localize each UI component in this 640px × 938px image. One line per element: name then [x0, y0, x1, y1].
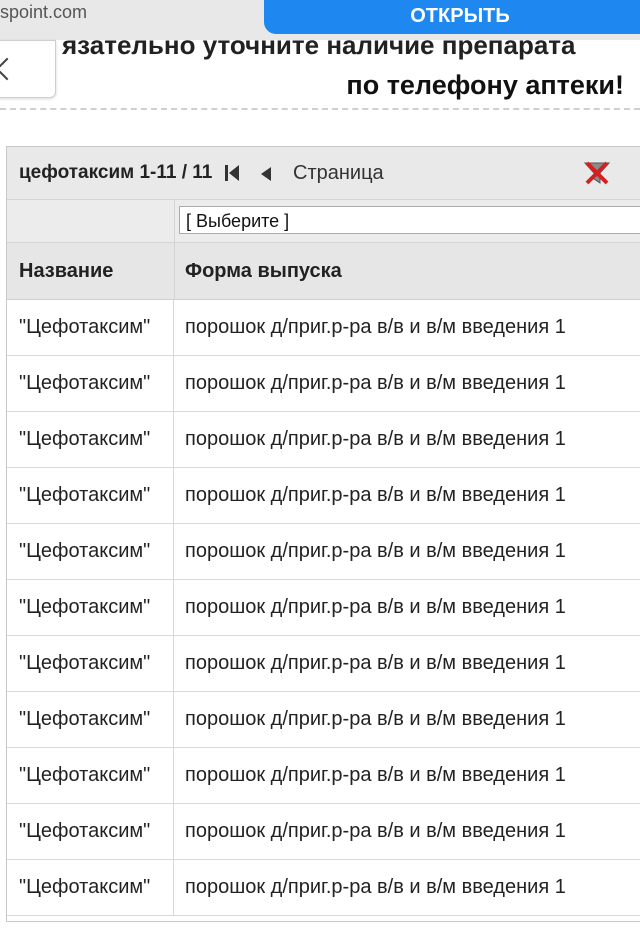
cell-form: порошок д/приг.р-ра в/в и в/м введения 1: [185, 820, 566, 842]
cell-name: "Цефотаксим": [7, 524, 174, 579]
table-row[interactable]: "Цефотаксим" порошок д/приг.р-ра в/в и в/…: [7, 468, 640, 524]
cell-form: порошок д/приг.р-ра в/в и в/м введения 1: [185, 708, 566, 730]
column-header-name[interactable]: Название: [7, 243, 175, 299]
page-label: Страница: [293, 162, 384, 184]
cell-name: "Цефотаксим": [7, 636, 174, 691]
cell-form: порошок д/приг.р-ра в/в и в/м введения 1: [185, 540, 566, 562]
site-domain: spoint.com: [0, 2, 88, 22]
cell-name: "Цефотаксим": [7, 692, 174, 747]
table-row[interactable]: "Цефотаксим" порошок д/приг.р-ра в/в и в/…: [7, 748, 640, 804]
chevron-left-icon: [0, 57, 19, 81]
back-button[interactable]: [0, 40, 56, 98]
cell-form: порошок д/приг.р-ра в/в и в/м введения 1: [185, 428, 566, 450]
cell-form: порошок д/приг.р-ра в/в и в/м введения 1: [185, 652, 566, 674]
prev-page-icon[interactable]: [261, 167, 271, 181]
filter-cell-empty: [7, 200, 175, 242]
filter-row: [ Выберите ]: [7, 200, 640, 243]
open-app-button[interactable]: ОТКРЫТЬ: [264, 0, 640, 34]
cell-form: порошок д/приг.р-ра в/в и в/м введения 1: [185, 596, 566, 618]
first-page-icon[interactable]: [225, 165, 245, 181]
cell-name: "Цефотаксим": [7, 580, 174, 635]
grid-rows: "Цефотаксим" порошок д/приг.р-ра в/в и в/…: [7, 300, 640, 916]
cell-name: "Цефотаксим": [7, 804, 174, 859]
cell-form: порошок д/приг.р-ра в/в и в/м введения 1: [185, 372, 566, 394]
cell-name: "Цефотаксим": [7, 748, 174, 803]
divider: [0, 108, 640, 110]
notice-line-1: язательно уточните наличие препарата: [62, 40, 576, 60]
cell-form: порошок д/приг.р-ра в/в и в/м введения 1: [185, 876, 566, 898]
form-filter-select[interactable]: [ Выберите ]: [179, 206, 640, 234]
availability-notice: язательно уточните наличие препарата по …: [0, 40, 640, 106]
browser-banner: spoint.com ОТКРЫТЬ: [0, 0, 640, 40]
cell-name: "Цефотаксим": [7, 356, 174, 411]
table-row[interactable]: "Цефотаксим" порошок д/приг.р-ра в/в и в/…: [7, 356, 640, 412]
cell-form: порошок д/приг.р-ра в/в и в/м введения 1: [185, 484, 566, 506]
column-header-form[interactable]: Форма выпуска: [175, 243, 342, 299]
table-row[interactable]: "Цефотаксим" порошок д/приг.р-ра в/в и в/…: [7, 692, 640, 748]
column-header-row: Название Форма выпуска: [7, 243, 640, 301]
table-row[interactable]: "Цефотаксим" порошок д/приг.р-ра в/в и в/…: [7, 636, 640, 692]
grid-caption: цефотаксим 1-11 / 11 Страница: [7, 147, 640, 200]
table-row[interactable]: "Цефотаксим" порошок д/приг.р-ра в/в и в/…: [7, 412, 640, 468]
grid-title: цефотаксим 1-11 / 11: [19, 162, 213, 183]
notice-line-2: по телефону аптеки!: [346, 70, 624, 100]
cell-name: "Цефотаксим": [7, 300, 174, 355]
table-row[interactable]: "Цефотаксим" порошок д/приг.р-ра в/в и в/…: [7, 580, 640, 636]
cell-name: "Цефотаксим": [7, 412, 174, 467]
cell-name: "Цефотаксим": [7, 860, 174, 915]
cell-name: "Цефотаксим": [7, 468, 174, 523]
table-row[interactable]: "Цефотаксим" порошок д/приг.р-ра в/в и в/…: [7, 804, 640, 860]
cell-form: порошок д/приг.р-ра в/в и в/м введения 1: [185, 764, 566, 786]
cell-form: порошок д/приг.р-ра в/в и в/м введения 1: [185, 316, 566, 338]
results-grid: цефотаксим 1-11 / 11 Страница [ Выберите…: [6, 146, 640, 922]
clear-filter-icon[interactable]: [581, 159, 613, 187]
table-row[interactable]: "Цефотаксим" порошок д/приг.р-ра в/в и в/…: [7, 524, 640, 580]
table-row[interactable]: "Цефотаксим" порошок д/приг.р-ра в/в и в/…: [7, 300, 640, 356]
table-row[interactable]: "Цефотаксим" порошок д/приг.р-ра в/в и в/…: [7, 860, 640, 916]
